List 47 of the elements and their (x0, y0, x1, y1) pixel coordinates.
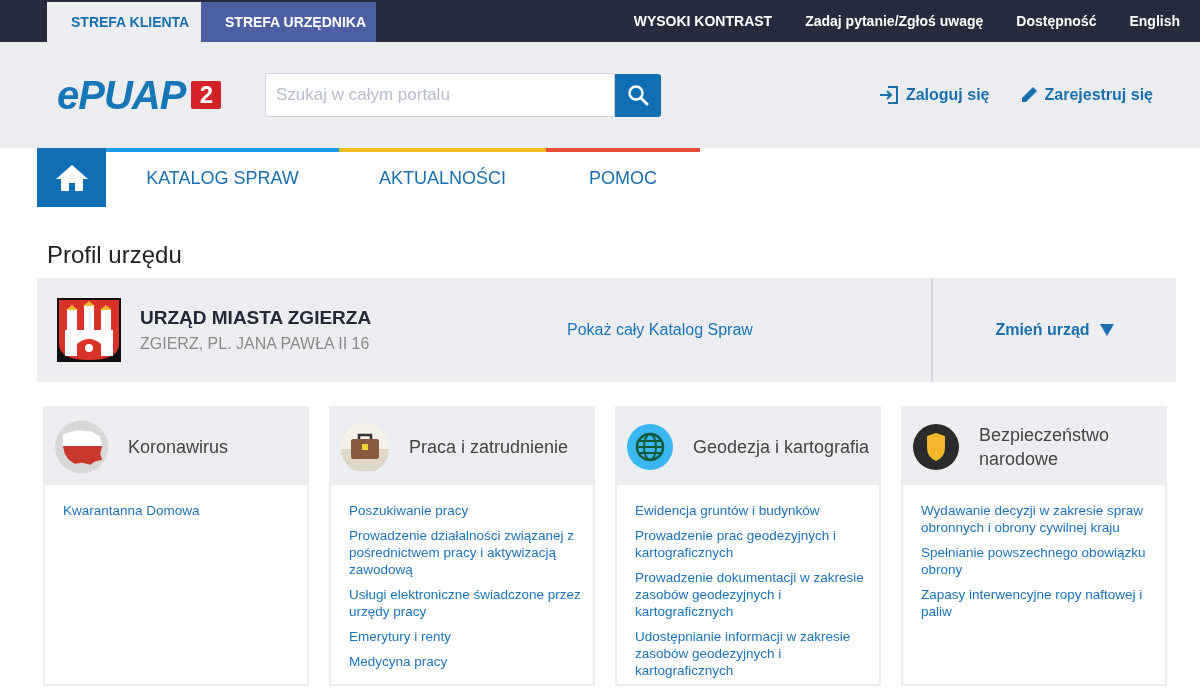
nav-tab[interactable]: POMOC (546, 148, 700, 207)
header-link[interactable]: Zadaj pytanie/Zgłoś uwagę (805, 10, 984, 32)
category-link[interactable]: Zapasy interwencyjne ropy naftowej i paliw (921, 586, 1155, 620)
logo-badge: 2 (191, 81, 222, 109)
header-link[interactable]: Dostępność (1016, 10, 1097, 32)
category-link[interactable]: Spełnianie powszechnego obowiązku obrony (921, 544, 1155, 578)
zone-tab[interactable]: STREFA URZĘDNIKA (201, 2, 376, 42)
logo-text: ePUAP (57, 75, 186, 115)
coat-of-arms-drawing (57, 298, 121, 362)
category-link[interactable]: Ewidencja gruntów i budynków (635, 502, 869, 519)
category-title: Koronawirus (128, 435, 230, 459)
category-link[interactable]: Poszukiwanie pracy (349, 502, 583, 519)
category-link[interactable]: Prowadzenie prac geodezyjnych i kartograficznych (635, 527, 869, 561)
register-link[interactable]: Zarejestruj się (1019, 83, 1153, 107)
office-name: URZĄD MIASTA ZGIERZA (140, 305, 373, 330)
header-link[interactable]: English (1129, 10, 1180, 32)
change-office-button[interactable]: Zmień urząd (995, 318, 1114, 342)
briefcase-icon (341, 422, 389, 471)
dropdown-caret-icon (1099, 324, 1114, 336)
header-link[interactable]: WYSOKI KONTRAST (633, 10, 773, 32)
category-title: Geodezja i kartografia (693, 435, 871, 459)
category-link[interactable]: Prowadzenie dokumentacji w zakresie zasobów geodezyjnych i kartograficznych (635, 569, 869, 620)
search-icon (627, 84, 649, 106)
nav-tab[interactable]: AKTUALNOŚCI (339, 148, 546, 207)
category-link[interactable]: Medycyna pracy (349, 653, 583, 670)
office-address: ZGIERZ, PL. JANA PAWŁA II 16 (140, 334, 371, 355)
category-link[interactable]: Emerytury i renty (349, 628, 583, 645)
page-title: Profil urzędu (46, 240, 183, 270)
category-title: Praca i zatrudnienie (409, 435, 570, 459)
poland-map-icon (55, 419, 109, 474)
category-link[interactable]: Udostępnianie informacji w zakresie zasobów geodezyjnych i kartograficznych (635, 628, 869, 679)
nav-tab[interactable]: KATALOG SPRAW (106, 148, 339, 207)
login-link[interactable]: Zaloguj się (878, 83, 990, 107)
globe-icon (627, 423, 673, 470)
search-field[interactable]: Szukaj w całym portalu (265, 73, 615, 117)
home-button[interactable] (37, 148, 106, 207)
shield-icon (913, 423, 959, 470)
category-link[interactable]: Usługi elektroniczne świadczone przez urzędy pracy (349, 586, 583, 620)
category-link[interactable]: Kwarantanna Domowa (63, 502, 297, 519)
login-icon (878, 85, 899, 105)
category-link[interactable]: Prowadzenie działalności związanej z pośrednictwem pracy i aktywizacją zawodową (349, 527, 583, 578)
category-title: Bezpieczeństwo narodowe (979, 423, 1111, 471)
zone-tab[interactable]: STREFA KLIENTA (47, 2, 201, 42)
search-button[interactable] (615, 73, 661, 117)
category-link[interactable]: Wydawanie decyzji w zakresie spraw obronnych i obrony cywilnej kraju (921, 502, 1155, 536)
catalog-link[interactable]: Pokaż cały Katalog Spraw (567, 318, 753, 342)
pencil-icon (1019, 86, 1038, 104)
